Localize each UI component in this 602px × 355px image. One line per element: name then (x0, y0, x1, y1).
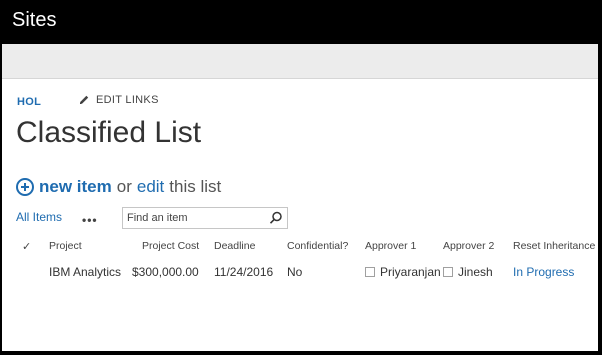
pencil-icon (80, 95, 89, 104)
ribbon-divider (2, 78, 598, 79)
site-link-hol[interactable]: HOL (17, 96, 41, 108)
new-item-link[interactable]: new item (39, 177, 112, 197)
ribbon (2, 44, 598, 78)
window-frame: Sites HOL EDIT LINKS Classified List new… (0, 0, 602, 355)
header-deadline[interactable]: Deadline (214, 240, 255, 252)
header-confidential[interactable]: Confidential? (287, 240, 348, 252)
search-input[interactable] (127, 211, 267, 225)
approver-2-name[interactable]: Jinesh (458, 265, 493, 279)
suite-bar: Sites (0, 0, 602, 44)
cell-deadline: 11/24/2016 (214, 265, 274, 279)
edit-links-label: EDIT LINKS (96, 94, 159, 106)
approver-1-name[interactable]: Priyaranjan (380, 265, 441, 279)
or-text: or (116, 177, 132, 196)
edit-list-link[interactable]: edit (137, 177, 164, 197)
new-item-bar: new item or edit this list (16, 177, 221, 197)
header-project-cost[interactable]: Project Cost (142, 240, 199, 252)
search-box[interactable] (122, 207, 288, 229)
view-all-items[interactable]: All Items (16, 210, 62, 224)
cell-confidential: No (287, 265, 303, 279)
cell-approver-1: Priyaranjan (365, 265, 441, 279)
select-all-checkmark-icon[interactable]: ✓ (22, 240, 31, 253)
cell-reset-inheritance[interactable]: In Progress (513, 265, 574, 279)
header-reset-inheritance[interactable]: Reset Inheritance (513, 240, 595, 252)
view-selector-bar: All Items ••• (16, 207, 596, 231)
presence-checkbox-icon (365, 267, 375, 277)
this-list-text: this list (169, 177, 222, 196)
cell-approver-2: Jinesh (443, 265, 493, 279)
add-circle-icon[interactable] (16, 178, 34, 196)
search-icon[interactable] (269, 211, 283, 225)
header-approver-1[interactable]: Approver 1 (365, 240, 416, 252)
page-content: HOL EDIT LINKS Classified List new item … (2, 44, 598, 351)
more-options-icon[interactable]: ••• (82, 213, 98, 227)
presence-checkbox-icon (443, 267, 453, 277)
header-project[interactable]: Project (49, 240, 82, 252)
cell-project-cost: $300,000.00 (132, 265, 199, 279)
edit-links-button[interactable]: EDIT LINKS (78, 94, 159, 106)
suite-bar-title[interactable]: Sites (12, 9, 56, 32)
page-title: Classified List (16, 116, 202, 149)
header-approver-2[interactable]: Approver 2 (443, 240, 494, 252)
cell-project[interactable]: IBM Analytics (49, 265, 121, 279)
